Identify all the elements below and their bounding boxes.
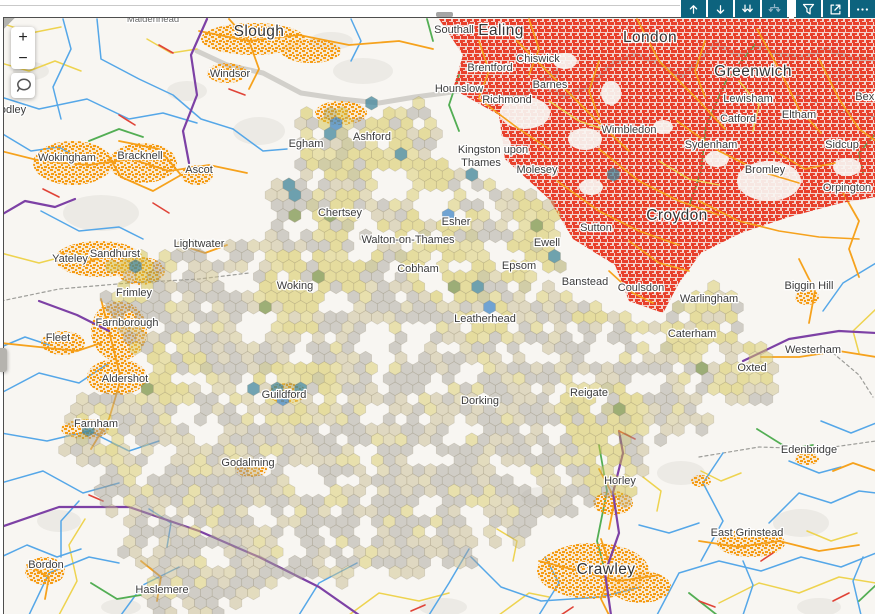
map-label-sydenham: Sydenham: [685, 139, 738, 151]
toolbar-gap: [789, 0, 794, 18]
map-label-brentford: Brentford: [467, 62, 512, 74]
funnel-icon: [801, 2, 816, 17]
map-label-warlingham: Warlingham: [680, 293, 738, 305]
map-label-cobham: Cobham: [397, 263, 439, 275]
scroll-to-bottom-button[interactable]: [735, 0, 760, 18]
map-label-maidenhead: Maidenhead: [127, 18, 179, 25]
splitter-drag-handle[interactable]: [436, 12, 453, 17]
map-label-london: London: [623, 29, 677, 46]
filter-button[interactable]: [796, 0, 821, 18]
map-label-fleet: Fleet: [46, 332, 70, 344]
map-label-biggin-hill: Biggin Hill: [785, 280, 834, 292]
circle-select-button[interactable]: [11, 73, 35, 98]
map-label-crawley: Crawley: [577, 561, 636, 578]
map-label-odley: odley: [4, 104, 27, 116]
map-label-haslemere: Haslemere: [135, 584, 188, 596]
map-label-banstead: Banstead: [562, 276, 608, 288]
map-label-eltham: Eltham: [782, 109, 816, 121]
map-label-ashford: Ashford: [353, 131, 391, 143]
map-label-wimbledon: Wimbledon: [601, 124, 656, 136]
branch-down-icon: [767, 2, 782, 17]
map-label-frimley: Frimley: [116, 287, 153, 299]
map-label-orpington: Orpington: [823, 182, 871, 194]
map-label-chiswick: Chiswick: [516, 53, 560, 65]
map-label-westerham: Westerham: [785, 344, 841, 356]
map-label-east-grinstead: East Grinstead: [711, 527, 784, 539]
map-canvas[interactable]: Maidenhead Slough Southall Ealing London Wind…: [4, 18, 875, 614]
map-label-bromley: Bromley: [745, 164, 786, 176]
map-label-caterham: Caterham: [668, 328, 716, 340]
map-label-ealing: Ealing: [478, 22, 524, 39]
map-label-bracknell: Bracknell: [117, 150, 162, 162]
map-label-farnborough: Farnborough: [96, 317, 159, 329]
map-label-thames: Thames: [461, 157, 501, 169]
map-label-ewell: Ewell: [534, 237, 560, 249]
map-label-bexle: Bexle: [855, 91, 875, 103]
more-options-button[interactable]: [850, 0, 875, 18]
map-label-oxted: Oxted: [737, 362, 766, 374]
map-label-slough: Slough: [234, 23, 285, 40]
map-label-egham: Egham: [289, 138, 324, 150]
map-label-croydon: Croydon: [646, 207, 707, 224]
map-label-molesey: Molesey: [517, 164, 558, 176]
map-label-kingston-upon: Kingston upon: [458, 144, 528, 156]
map-label-horley: Horley: [604, 475, 636, 487]
map-label-aldershot: Aldershot: [102, 373, 148, 385]
map-viewport[interactable]: Maidenhead Slough Southall Ealing London Wind…: [3, 17, 875, 614]
map-label-chertsey: Chertsey: [318, 207, 363, 219]
map-label-bordon: Bordon: [28, 559, 63, 571]
map-label-walton-on-thames: Walton-on-Thames: [361, 234, 455, 246]
scroll-up-button[interactable]: [681, 0, 706, 18]
map-label-sutton: Sutton: [580, 222, 612, 234]
map-label-lewisham: Lewisham: [723, 93, 773, 105]
map-label-barnes: Barnes: [533, 79, 568, 91]
map-label-greenwich: Greenwich: [714, 63, 792, 80]
zoom-out-button[interactable]: −: [11, 48, 35, 69]
arrow-down-icon: [713, 2, 728, 17]
map-label-sidcup: Sidcup: [825, 139, 859, 151]
map-label-catford: Catford: [720, 113, 756, 125]
map-label-wokingham: Wokingham: [38, 152, 96, 164]
export-icon: [828, 2, 843, 17]
open-in-window-button[interactable]: [823, 0, 848, 18]
map-label-southall: Southall: [434, 24, 474, 36]
zoom-in-button[interactable]: +: [11, 27, 35, 48]
map-label-guildford: Guildford: [262, 389, 307, 401]
scroll-down-button[interactable]: [708, 0, 733, 18]
map-label-leatherhead: Leatherhead: [454, 313, 516, 325]
double-arrow-down-icon: [740, 2, 755, 17]
map-label-woking: Woking: [277, 280, 313, 292]
map-label-hounslow: Hounslow: [435, 83, 483, 95]
map-label-godalming: Godalming: [221, 457, 274, 469]
map-label-sandhurst: Sandhurst: [90, 248, 140, 260]
map-label-dorking: Dorking: [461, 395, 499, 407]
map-label-edenbridge: Edenbridge: [781, 444, 837, 456]
map-label-richmond: Richmond: [482, 94, 532, 106]
side-panel-collapse-handle[interactable]: [0, 348, 7, 372]
zoom-control: + −: [11, 27, 35, 69]
map-label-reigate: Reigate: [570, 387, 608, 399]
map-label-windsor: Windsor: [210, 68, 251, 80]
map-label-lightwater: Lightwater: [174, 238, 225, 250]
branch-view-button[interactable]: [762, 0, 787, 18]
circle-select-icon: [15, 78, 32, 93]
map-label-ascot: Ascot: [185, 164, 213, 176]
ellipsis-icon: [855, 2, 870, 17]
arrow-up-icon: [686, 2, 701, 17]
map-label-coulsdon: Coulsdon: [618, 282, 664, 294]
map-label-farnham: Farnham: [74, 418, 118, 430]
map-label-esher: Esher: [442, 216, 471, 228]
map-label-yateley: Yateley: [52, 253, 88, 265]
splitter-line: [0, 5, 680, 6]
map-label-epsom: Epsom: [502, 260, 536, 272]
map-toolbar: [681, 0, 875, 18]
